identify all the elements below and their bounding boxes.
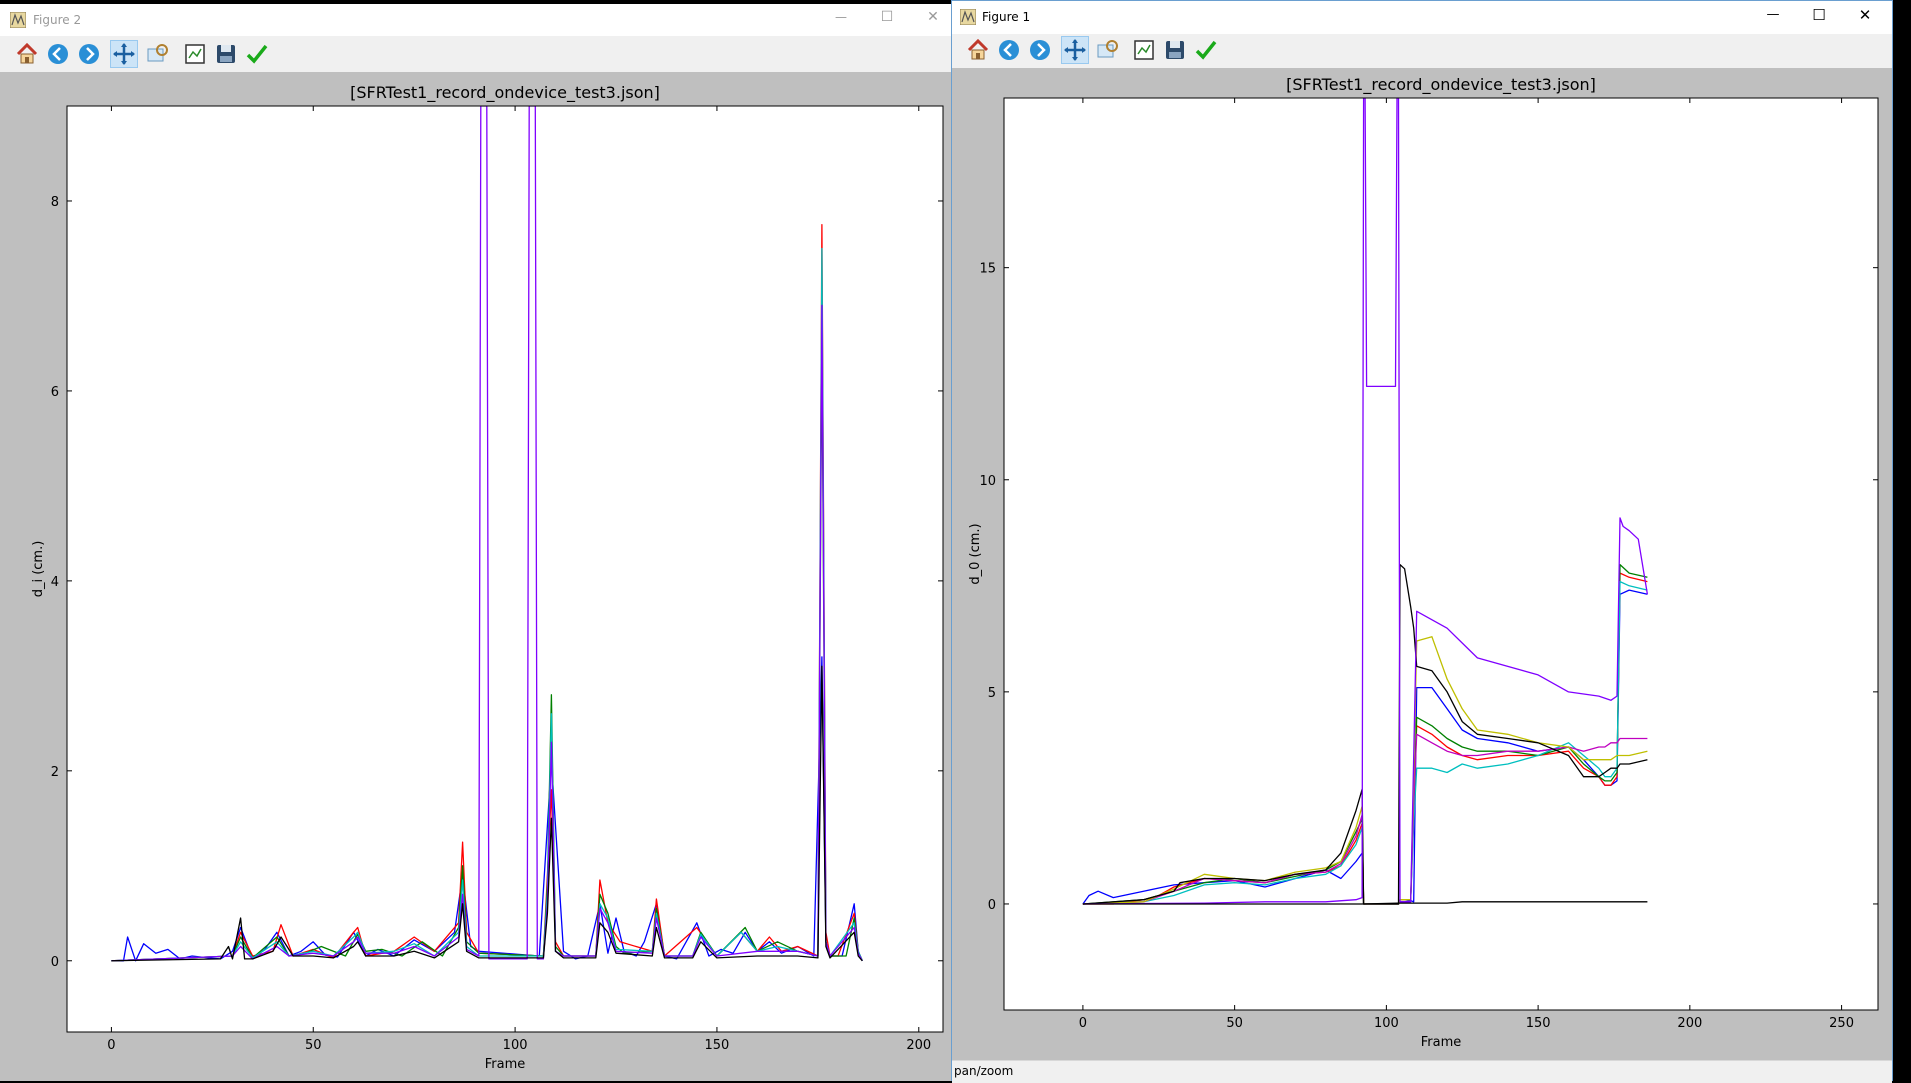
figure1-window: Figure 1 — ☐ ✕ 0 50 100 150 200 250 0 5 10 15 [SFR… — [951, 0, 1893, 1083]
plot-area — [1004, 98, 1878, 1010]
matplotlib-app-icon — [9, 11, 27, 29]
zoom-rect-button[interactable] — [1093, 36, 1121, 64]
home-button[interactable] — [13, 40, 41, 68]
edit-parameters-button[interactable] — [1192, 36, 1220, 64]
y-tick-label: 15 — [979, 262, 996, 277]
back-button[interactable] — [44, 40, 72, 68]
pan-icon — [1064, 39, 1086, 61]
figure2-minimize-button[interactable]: — — [818, 10, 864, 24]
desktop-background — [1893, 0, 1911, 1081]
y-tick-label: 10 — [979, 474, 996, 489]
figure1-minimize-button[interactable]: — — [1750, 7, 1796, 22]
x-tick-label: 150 — [1526, 1016, 1551, 1031]
figure2-plot[interactable]: 0 50 100 150 200 0 2 4 6 8 [SFRTest1_record_ondevi… — [0, 72, 952, 1081]
save-disk-icon — [217, 45, 235, 63]
figure2-close-button[interactable]: ✕ — [910, 9, 956, 25]
x-tick-label: 150 — [705, 1038, 730, 1053]
zoom-rect-button[interactable] — [143, 40, 171, 68]
x-tick-label: 100 — [503, 1038, 528, 1053]
y-axis-label: d_i (cm.) — [31, 541, 46, 598]
y-tick-label: 2 — [51, 765, 59, 780]
figure1-titlebar[interactable]: Figure 1 — ☐ ✕ — [952, 1, 1892, 34]
figure1-toolbar — [952, 34, 1892, 68]
back-button[interactable] — [995, 36, 1023, 64]
checkmark-icon — [246, 44, 268, 64]
y-tick-label: 8 — [51, 195, 59, 210]
forward-button[interactable] — [75, 40, 103, 68]
subplots-icon — [1134, 40, 1154, 60]
figure2-window-title: Figure 2 — [33, 13, 82, 27]
matplotlib-app-icon — [959, 8, 977, 26]
y-tick-label: 6 — [51, 385, 59, 400]
forward-arrow-icon — [79, 44, 99, 64]
x-tick-label: 100 — [1374, 1016, 1399, 1031]
pan-button[interactable] — [110, 40, 138, 68]
pan-icon — [113, 43, 135, 65]
figure1-window-title: Figure 1 — [982, 10, 1031, 24]
x-tick-label: 0 — [107, 1038, 115, 1053]
back-arrow-icon — [48, 44, 68, 64]
figure2-window: Figure 2 — ☐ ✕ 0 50 100 150 200 0 2 4 6 8 [SFRTest… — [0, 4, 952, 1081]
y-axis-label: d_0 (cm.) — [968, 523, 983, 584]
figure2-toolbar — [0, 36, 952, 72]
x-tick-label: 200 — [1677, 1016, 1702, 1031]
chart-title: [SFRTest1_record_ondevice_test3.json] — [350, 83, 660, 103]
x-tick-label: 200 — [906, 1038, 931, 1053]
figure1-canvas[interactable]: 0 50 100 150 200 250 0 5 10 15 [SFRTest1_record_on… — [952, 68, 1892, 1060]
chart-title: [SFRTest1_record_ondevice_test3.json] — [1286, 75, 1596, 95]
y-tick-label: 0 — [988, 898, 996, 913]
x-tick-label: 250 — [1829, 1016, 1854, 1031]
x-axis-label: Frame — [485, 1057, 526, 1072]
figure1-plot[interactable]: 0 50 100 150 200 250 0 5 10 15 [SFRTest1_record_on… — [952, 68, 1894, 1060]
forward-arrow-icon — [1030, 40, 1050, 60]
figure1-maximize-button[interactable]: ☐ — [1796, 6, 1842, 24]
x-tick-label: 50 — [1226, 1016, 1243, 1031]
subplots-button[interactable] — [181, 40, 209, 68]
subplots-button[interactable] — [1130, 36, 1158, 64]
zoom-rect-icon — [1097, 40, 1118, 58]
home-icon — [967, 38, 989, 60]
figure2-canvas[interactable]: 0 50 100 150 200 0 2 4 6 8 [SFRTest1_record_ondevi… — [0, 72, 952, 1081]
save-button[interactable] — [212, 40, 240, 68]
plot-area — [67, 106, 943, 1032]
figure2-maximize-button[interactable]: ☐ — [864, 9, 910, 25]
x-axis-label: Frame — [1421, 1035, 1462, 1050]
figure1-statusbar: pan/zoom — [952, 1060, 1892, 1083]
edit-parameters-button[interactable] — [243, 40, 271, 68]
x-tick-label: 0 — [1079, 1016, 1087, 1031]
home-button[interactable] — [964, 36, 992, 64]
pan-button[interactable] — [1061, 36, 1089, 64]
y-tick-label: 0 — [51, 955, 59, 970]
home-icon — [16, 42, 38, 64]
save-disk-icon — [1166, 41, 1184, 59]
save-button[interactable] — [1161, 36, 1189, 64]
subplots-icon — [185, 44, 205, 64]
status-message: pan/zoom — [954, 1064, 1014, 1078]
forward-button[interactable] — [1026, 36, 1054, 64]
figure1-close-button[interactable]: ✕ — [1842, 6, 1888, 24]
y-tick-label: 4 — [51, 575, 59, 590]
x-tick-label: 50 — [305, 1038, 322, 1053]
back-arrow-icon — [999, 40, 1019, 60]
figure2-titlebar[interactable]: Figure 2 — ☐ ✕ — [0, 4, 952, 36]
zoom-rect-icon — [147, 44, 168, 62]
y-tick-label: 5 — [988, 686, 996, 701]
checkmark-icon — [1195, 40, 1217, 60]
